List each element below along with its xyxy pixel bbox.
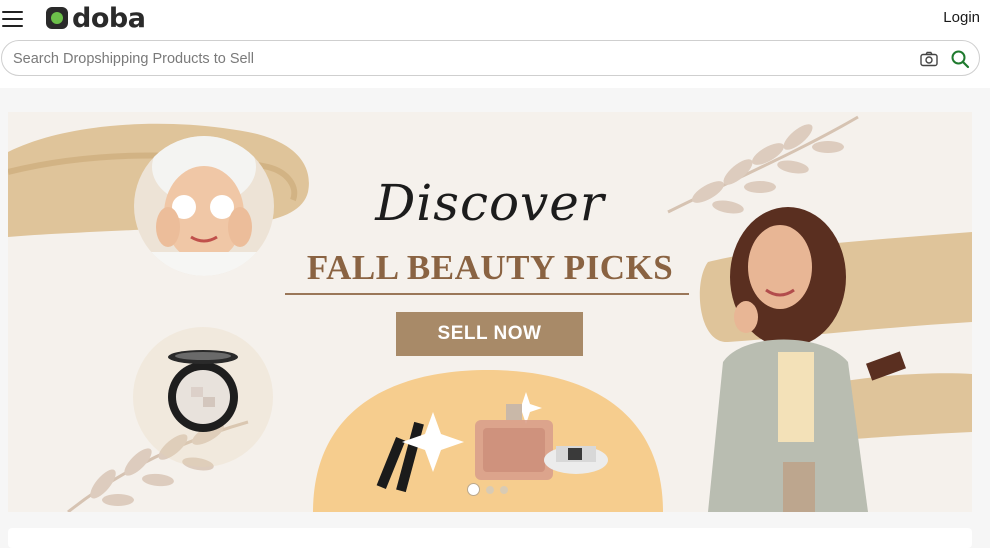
search-bar — [1, 40, 980, 76]
carousel-dot-2[interactable] — [486, 485, 494, 494]
hamburger-menu-icon[interactable] — [2, 8, 24, 28]
login-link[interactable]: Login — [943, 9, 980, 26]
camera-icon[interactable] — [920, 51, 938, 67]
discover-title: Discover — [375, 174, 605, 232]
doba-logo[interactable]: doba — [46, 2, 146, 34]
logo-text: doba — [72, 2, 146, 34]
carousel-dot-1[interactable] — [467, 483, 480, 496]
search-input[interactable] — [13, 49, 893, 69]
cream-jar-icon — [544, 446, 608, 474]
headline-divider — [285, 293, 689, 295]
hero-banner[interactable]: Discover FALL BEAUTY PICKS SELL NOW — [8, 112, 972, 512]
carousel-dots — [467, 483, 508, 496]
sell-now-button[interactable]: SELL NOW — [396, 312, 583, 356]
content-panel — [8, 528, 972, 548]
search-icon[interactable] — [950, 49, 970, 69]
logo-mark-icon — [46, 7, 68, 29]
banner-headline: FALL BEAUTY PICKS — [306, 248, 674, 287]
carousel-dot-3[interactable] — [500, 485, 508, 494]
powder-compact-icon — [133, 327, 273, 467]
top-header: doba Login — [0, 0, 990, 88]
